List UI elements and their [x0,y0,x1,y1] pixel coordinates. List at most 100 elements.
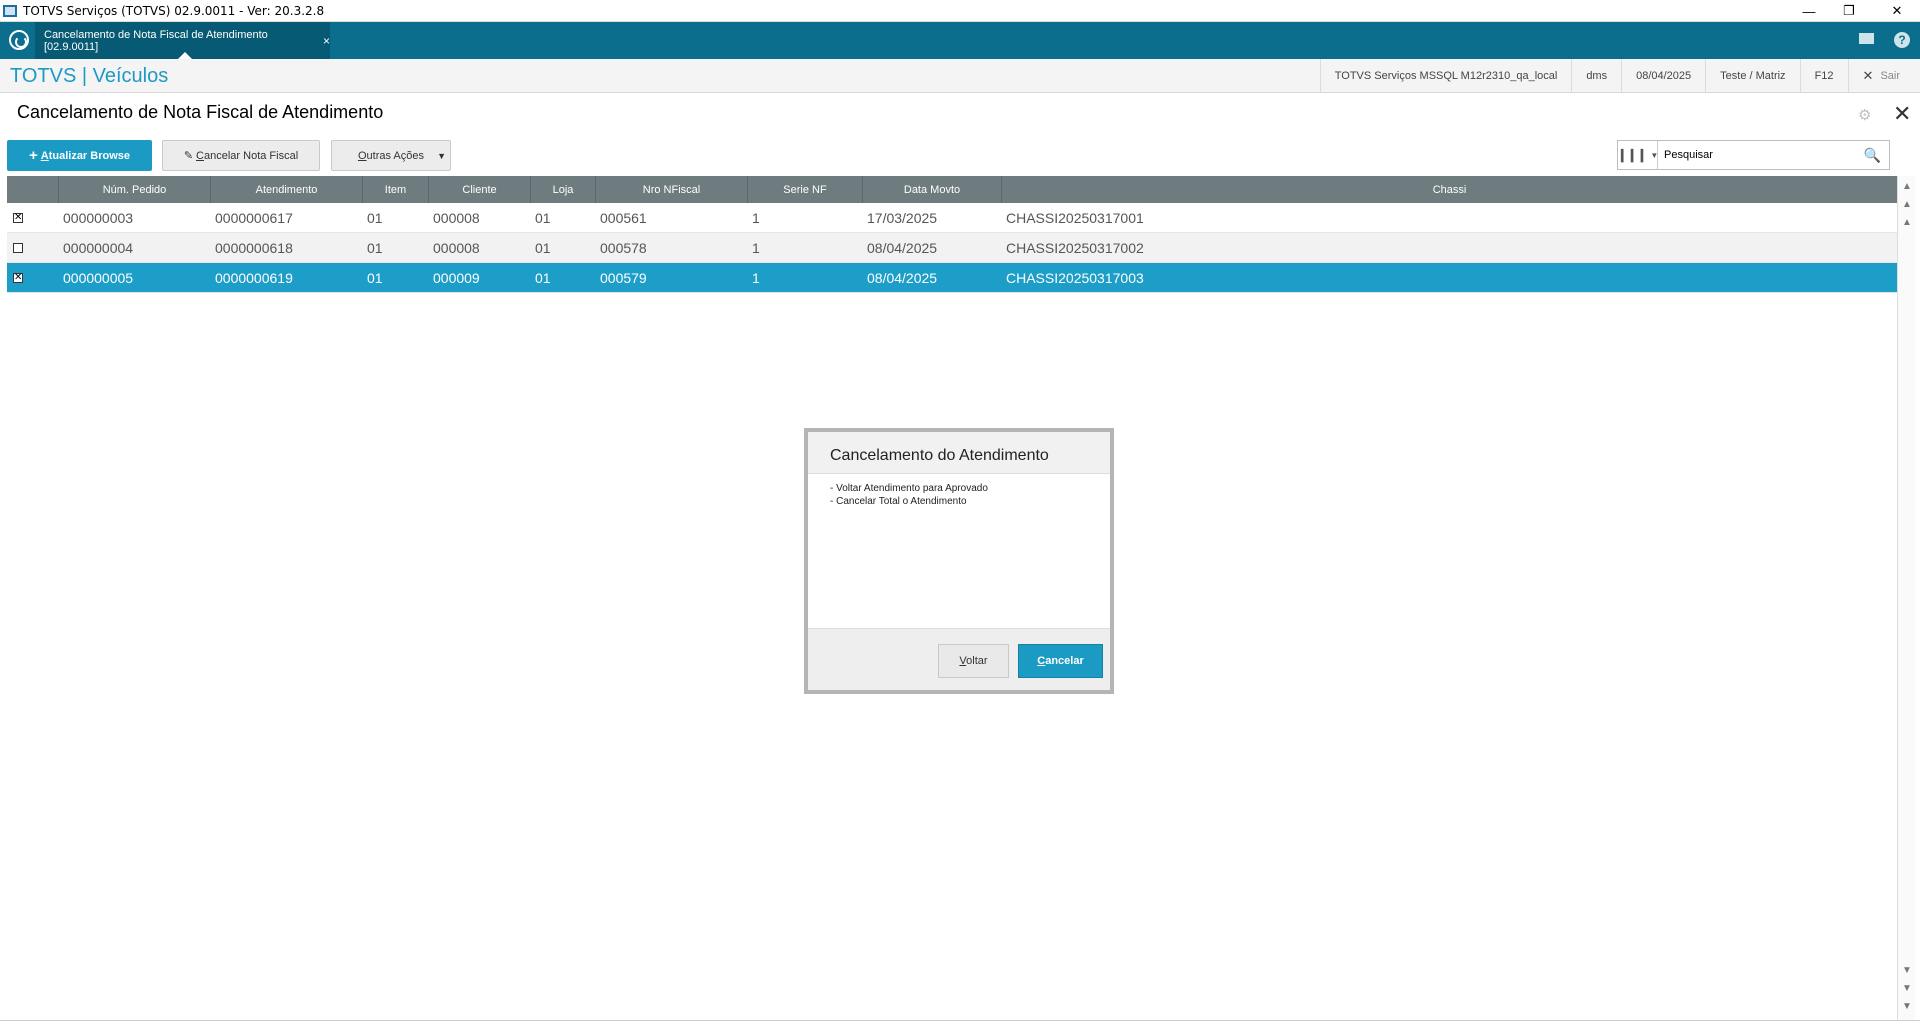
page-title: Cancelamento de Nota Fiscal de Atendimen… [17,102,384,122]
search-icon[interactable]: 🔍 [1864,147,1881,164]
scroll-page-down-icon[interactable]: ▼ [1898,980,1916,998]
refresh-browse-button[interactable]: + Atualizar Browse [7,140,152,171]
cell-cliente: 000008 [433,210,480,226]
user-info[interactable]: dms [1571,59,1621,93]
pencil-icon: ✎ [183,150,194,162]
bottom-border [0,1020,1920,1032]
environment-info[interactable]: TOTVS Serviços MSSQL M12r2310_qa_local [1319,59,1572,93]
header-loja[interactable]: Loja [531,176,596,203]
data-grid: Núm. Pedido Atendimento Item Cliente Loj… [7,176,1897,293]
cell-atendimento: 0000000618 [215,240,293,256]
app-window-icon [3,4,17,17]
cell-chassi: CHASSI20250317001 [1006,210,1144,226]
header-chassi[interactable]: Chassi [1002,176,1897,203]
cell-loja: 01 [535,270,551,286]
info-items: TOTVS Serviços MSSQL M12r2310_qa_local d… [1319,59,1920,93]
scroll-up-icon[interactable]: ▲ [1898,214,1916,232]
table-row-selected[interactable]: ✕ 000000005 0000000619 01 000009 01 0005… [7,263,1897,293]
totvs-logo-icon[interactable] [9,30,29,50]
help-icon[interactable]: ? [1894,32,1910,48]
cell-atendimento: 0000000617 [215,210,293,226]
other-actions-label: Outras Ações [357,149,425,162]
voltar-button[interactable]: Voltar [938,644,1009,678]
info-bar: TOTVS | Veículos TOTVS Serviços MSSQL M1… [0,59,1920,93]
dialog-footer: Voltar Cancelar [808,628,1110,690]
cell-nro-nfiscal: 000561 [600,210,647,226]
exit-label: Sair [1880,70,1900,82]
cell-chassi: CHASSI20250317003 [1006,270,1144,286]
cell-atendimento: 0000000619 [215,270,293,286]
table-row[interactable]: ✕ 000000003 0000000617 01 000008 01 0005… [7,203,1897,233]
search-box: ❙❙❙ ▼ 🔍 [1617,140,1890,170]
row-checkbox[interactable]: ✕ [13,273,23,283]
cancel-nf-label: Cancelar Nota Fiscal [196,149,299,162]
header-atendimento[interactable]: Atendimento [211,176,363,203]
header-serie-nf[interactable]: Serie NF [748,176,863,203]
cell-loja: 01 [535,240,551,256]
gear-icon[interactable]: ⚙ [1858,106,1871,124]
shortcut-info[interactable]: F12 [1799,59,1848,93]
scroll-page-up-icon[interactable]: ▲ [1898,196,1916,214]
header-item[interactable]: Item [363,176,429,203]
cell-serie-nf: 1 [752,270,760,286]
tab-label: Cancelamento de Nota Fiscal de Atendimen… [44,28,268,53]
window-title: TOTVS Serviços (TOTVS) 02.9.0011 - Ver: … [23,3,325,18]
cancelar-button[interactable]: Cancelar [1018,644,1103,678]
dialog-line-cancelar: - Cancelar Total o Atendimento [830,496,967,507]
cell-item: 01 [367,240,383,256]
header-cliente[interactable]: Cliente [429,176,531,203]
cell-cliente: 000008 [433,240,480,256]
dialog-line-voltar: - Voltar Atendimento para Aprovado [830,483,988,494]
cancel-nf-button[interactable]: ✎ Cancelar Nota Fiscal [162,140,320,171]
cell-nro-nfiscal: 000578 [600,240,647,256]
dialog-body: - Voltar Atendimento para Aprovado - Can… [808,474,1110,628]
cell-cliente: 000009 [433,270,480,286]
scroll-top-icon[interactable]: ▲ [1898,178,1916,196]
close-icon: ✕ [1862,68,1874,83]
restore-icon[interactable]: ❐ [1826,0,1872,22]
search-input[interactable] [1658,142,1858,168]
row-checkbox[interactable]: ✕ [13,213,23,223]
cancelar-label: Cancelar [1037,655,1084,667]
cell-loja: 01 [535,210,551,226]
tab-cancelamento-nf[interactable]: Cancelamento de Nota Fiscal de Atendimen… [35,22,330,59]
cell-nro-nfiscal: 000579 [600,270,647,286]
header-data-movto[interactable]: Data Movto [863,176,1002,203]
table-row[interactable]: 000000004 0000000618 01 000008 01 000578… [7,233,1897,263]
cell-num-pedido: 000000004 [63,240,134,256]
header-num-pedido[interactable]: Núm. Pedido [59,176,211,203]
cell-data-movto: 08/04/2025 [867,270,938,286]
brand-title: TOTVS | Veículos [10,65,169,87]
cell-serie-nf: 1 [752,210,760,226]
cell-num-pedido: 000000005 [63,270,134,286]
window-close-icon[interactable]: ✕ [1874,0,1920,22]
scroll-bottom-icon[interactable]: ▼ [1898,998,1916,1016]
plus-icon: + [28,147,38,164]
dropdown-arrow-icon: ▼ [437,150,446,161]
header-nro-nfiscal[interactable]: Nro NFiscal [596,176,748,203]
branch-info[interactable]: Teste / Matriz [1705,59,1799,93]
cell-chassi: CHASSI20250317002 [1006,240,1144,256]
refresh-browse-label: Atualizar Browse [40,149,131,162]
cancel-atendimento-dialog: Cancelamento do Atendimento - Voltar Ate… [804,428,1114,694]
active-tab-caret [178,52,192,59]
row-checkbox[interactable] [13,243,23,253]
grid-scrollbar[interactable]: ▲ ▲ ▲ ▼ ▼ ▼ [1897,176,1915,1020]
cell-data-movto: 08/04/2025 [867,240,938,256]
date-info[interactable]: 08/04/2025 [1621,59,1705,93]
window-titlebar: TOTVS Serviços (TOTVS) 02.9.0011 - Ver: … [0,0,1920,22]
mail-icon[interactable] [1859,33,1874,44]
cell-serie-nf: 1 [752,240,760,256]
other-actions-button[interactable]: Outras Ações ▼ [331,140,451,171]
exit-button[interactable]: ✕ Sair [1847,59,1920,93]
grid-header: Núm. Pedido Atendimento Item Cliente Loj… [7,176,1897,203]
scroll-down-icon[interactable]: ▼ [1898,962,1916,980]
tab-close-icon[interactable]: × [323,34,330,48]
header-checkbox-column[interactable] [7,176,59,203]
close-icon[interactable]: ✕ [1893,101,1911,127]
voltar-label: Voltar [959,655,988,667]
cell-num-pedido: 000000003 [63,210,134,226]
dialog-title: Cancelamento do Atendimento [808,432,1110,474]
cell-data-movto: 17/03/2025 [867,210,938,226]
columns-icon[interactable]: ❙❙❙ ▼ [1617,141,1658,169]
